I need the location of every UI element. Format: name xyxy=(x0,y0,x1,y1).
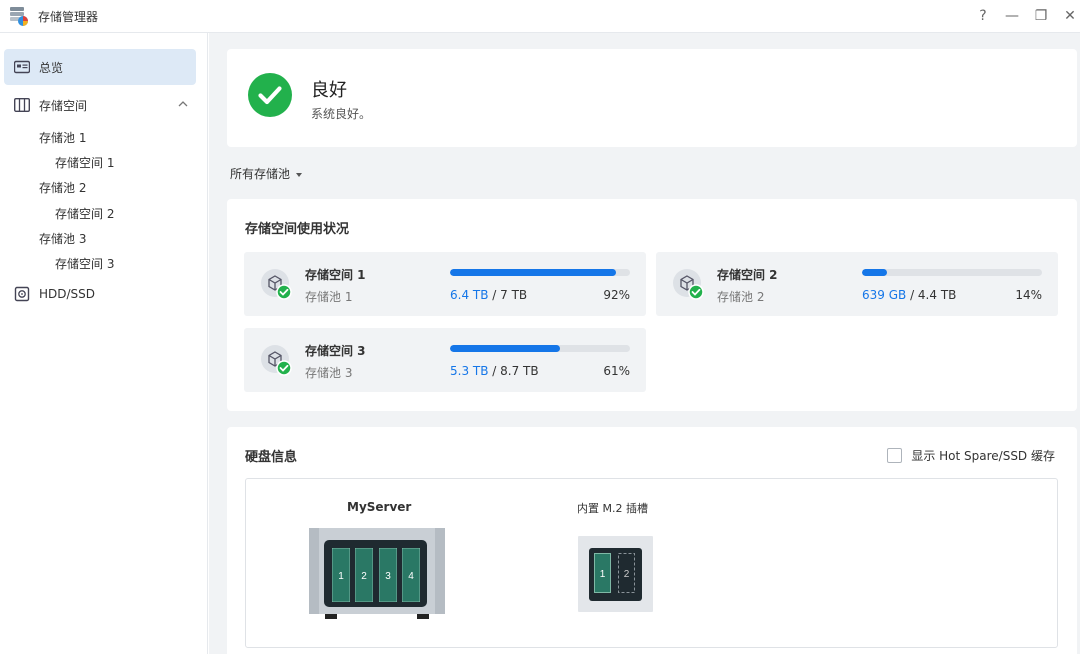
volume-total: / 4.4 TB xyxy=(906,288,957,302)
sidebar-item-pool-1[interactable]: 存储池 1 xyxy=(39,129,86,146)
m2-slot-panel xyxy=(578,536,653,612)
status-ok-icon xyxy=(248,73,292,117)
m2-slot-2[interactable]: 2 xyxy=(618,553,635,593)
hotspare-checkbox[interactable] xyxy=(887,448,903,463)
drive-bay-label: 2 xyxy=(361,571,367,582)
overview-icon xyxy=(14,60,30,74)
volume-tile[interactable]: 存储空间 3 存储池 3 5.3 TB / 8.7 TB 61% xyxy=(244,328,646,392)
disk-diagram-panel: MyServer 1 2 3 4 内置 M.2 插槽 1 2 xyxy=(245,478,1058,648)
volume-total: / 8.7 TB xyxy=(488,364,539,378)
status-title: 良好 xyxy=(311,80,347,101)
sidebar-item-storage[interactable]: 存储空间 xyxy=(4,87,196,123)
volume-pool: 存储池 1 xyxy=(305,290,353,304)
hotspare-label: 显示 Hot Spare/SSD 缓存 xyxy=(911,449,1055,463)
storage-manager-app-icon xyxy=(10,7,28,26)
help-button[interactable]: ? xyxy=(973,6,993,26)
drive-bay-1[interactable]: 1 xyxy=(332,548,350,602)
pool-filter-label: 所有存储池 xyxy=(230,167,291,181)
window-title: 存储管理器 xyxy=(38,10,99,24)
volume-percent: 92% xyxy=(603,288,630,302)
main-content: 良好 系统良好。 所有存储池 存储空间使用状况 存储空间 1 存储池 1 6.4… xyxy=(209,33,1080,654)
usage-bar xyxy=(862,269,1042,276)
minimize-button[interactable]: — xyxy=(1002,6,1022,26)
drive-bay-3[interactable]: 3 xyxy=(379,548,397,602)
server-name: MyServer xyxy=(347,500,412,514)
sidebar-item-hdd-ssd[interactable]: HDD/SSD xyxy=(4,276,196,312)
sidebar: 总览 存储空间 存储池 1 存储空间 1 存储池 2 存储空间 2 存储池 3 … xyxy=(0,33,208,654)
volume-name: 存储空间 1 xyxy=(305,268,366,282)
drive-bay-4[interactable]: 4 xyxy=(402,548,420,602)
usage-bar xyxy=(450,269,630,276)
volume-percent: 14% xyxy=(1015,288,1042,302)
disk-info-card: 硬盘信息 显示 Hot Spare/SSD 缓存 MyServer 1 2 3 … xyxy=(227,427,1077,654)
sidebar-item-pool-3[interactable]: 存储池 3 xyxy=(39,230,86,247)
volume-name: 存储空间 3 xyxy=(305,344,366,358)
title-bar: 存储管理器 ? — ❐ ✕ xyxy=(0,0,1080,33)
sidebar-item-volume-2[interactable]: 存储空间 2 xyxy=(55,205,114,222)
volume-usage-text: 639 GB / 4.4 TB xyxy=(862,288,956,302)
drive-bay-2[interactable]: 2 xyxy=(355,548,373,602)
drive-bay-label: 4 xyxy=(408,571,414,582)
usage-bar-fill xyxy=(450,345,560,352)
volume-healthy-icon xyxy=(673,269,704,300)
sidebar-item-label: 存储空间 xyxy=(39,98,88,113)
status-subtitle: 系统良好。 xyxy=(311,107,372,121)
drive-bay-label: 3 xyxy=(385,571,391,582)
sidebar-item-volume-1[interactable]: 存储空间 1 xyxy=(55,154,114,171)
m2-slot-title: 内置 M.2 插槽 xyxy=(577,502,648,515)
nas-chassis[interactable] xyxy=(309,528,445,620)
storage-icon xyxy=(14,98,30,112)
volume-percent: 61% xyxy=(603,364,630,378)
drive-bay-label: 1 xyxy=(338,571,344,582)
volume-pool: 存储池 3 xyxy=(305,366,353,380)
chevron-up-icon[interactable] xyxy=(176,97,190,111)
disk-section-title: 硬盘信息 xyxy=(245,450,298,465)
volume-healthy-icon xyxy=(261,345,292,376)
caret-down-icon xyxy=(296,172,303,177)
usage-bar-fill xyxy=(450,269,616,276)
volume-usage-text: 5.3 TB / 8.7 TB xyxy=(450,364,539,378)
volume-used: 639 GB xyxy=(862,288,907,302)
m2-slot-label: 2 xyxy=(624,569,630,580)
sidebar-item-pool-2[interactable]: 存储池 2 xyxy=(39,179,86,196)
close-button[interactable]: ✕ xyxy=(1060,6,1080,26)
sidebar-item-volume-3[interactable]: 存储空间 3 xyxy=(55,255,114,272)
restore-button[interactable]: ❐ xyxy=(1031,6,1051,26)
volume-name: 存储空间 2 xyxy=(717,268,778,282)
pool-filter-dropdown[interactable]: 所有存储池 xyxy=(230,165,303,182)
volume-tile[interactable]: 存储空间 2 存储池 2 639 GB / 4.4 TB 14% xyxy=(656,252,1058,316)
volume-usage-card: 存储空间使用状况 存储空间 1 存储池 1 6.4 TB / 7 TB 92% xyxy=(227,199,1077,411)
m2-slot-1[interactable]: 1 xyxy=(594,553,611,593)
volume-used: 5.3 TB xyxy=(450,364,489,378)
m2-slot-label: 1 xyxy=(600,569,606,580)
volume-healthy-icon xyxy=(261,269,292,300)
usage-section-title: 存储空间使用状况 xyxy=(245,222,350,237)
system-status-card: 良好 系统良好。 xyxy=(227,49,1077,147)
sidebar-item-label: 总览 xyxy=(39,60,64,75)
usage-bar-fill xyxy=(862,269,888,276)
volume-pool: 存储池 2 xyxy=(717,290,765,304)
volume-tile[interactable]: 存储空间 1 存储池 1 6.4 TB / 7 TB 92% xyxy=(244,252,646,316)
volume-used: 6.4 TB xyxy=(450,288,489,302)
volume-total: / 7 TB xyxy=(488,288,528,302)
hdd-icon xyxy=(14,286,30,302)
usage-bar xyxy=(450,345,630,352)
sidebar-item-overview[interactable]: 总览 xyxy=(4,49,196,85)
sidebar-item-label: HDD/SSD xyxy=(39,287,96,301)
hotspare-checkbox-option[interactable]: 显示 Hot Spare/SSD 缓存 xyxy=(887,447,1055,464)
volume-usage-text: 6.4 TB / 7 TB xyxy=(450,288,527,302)
